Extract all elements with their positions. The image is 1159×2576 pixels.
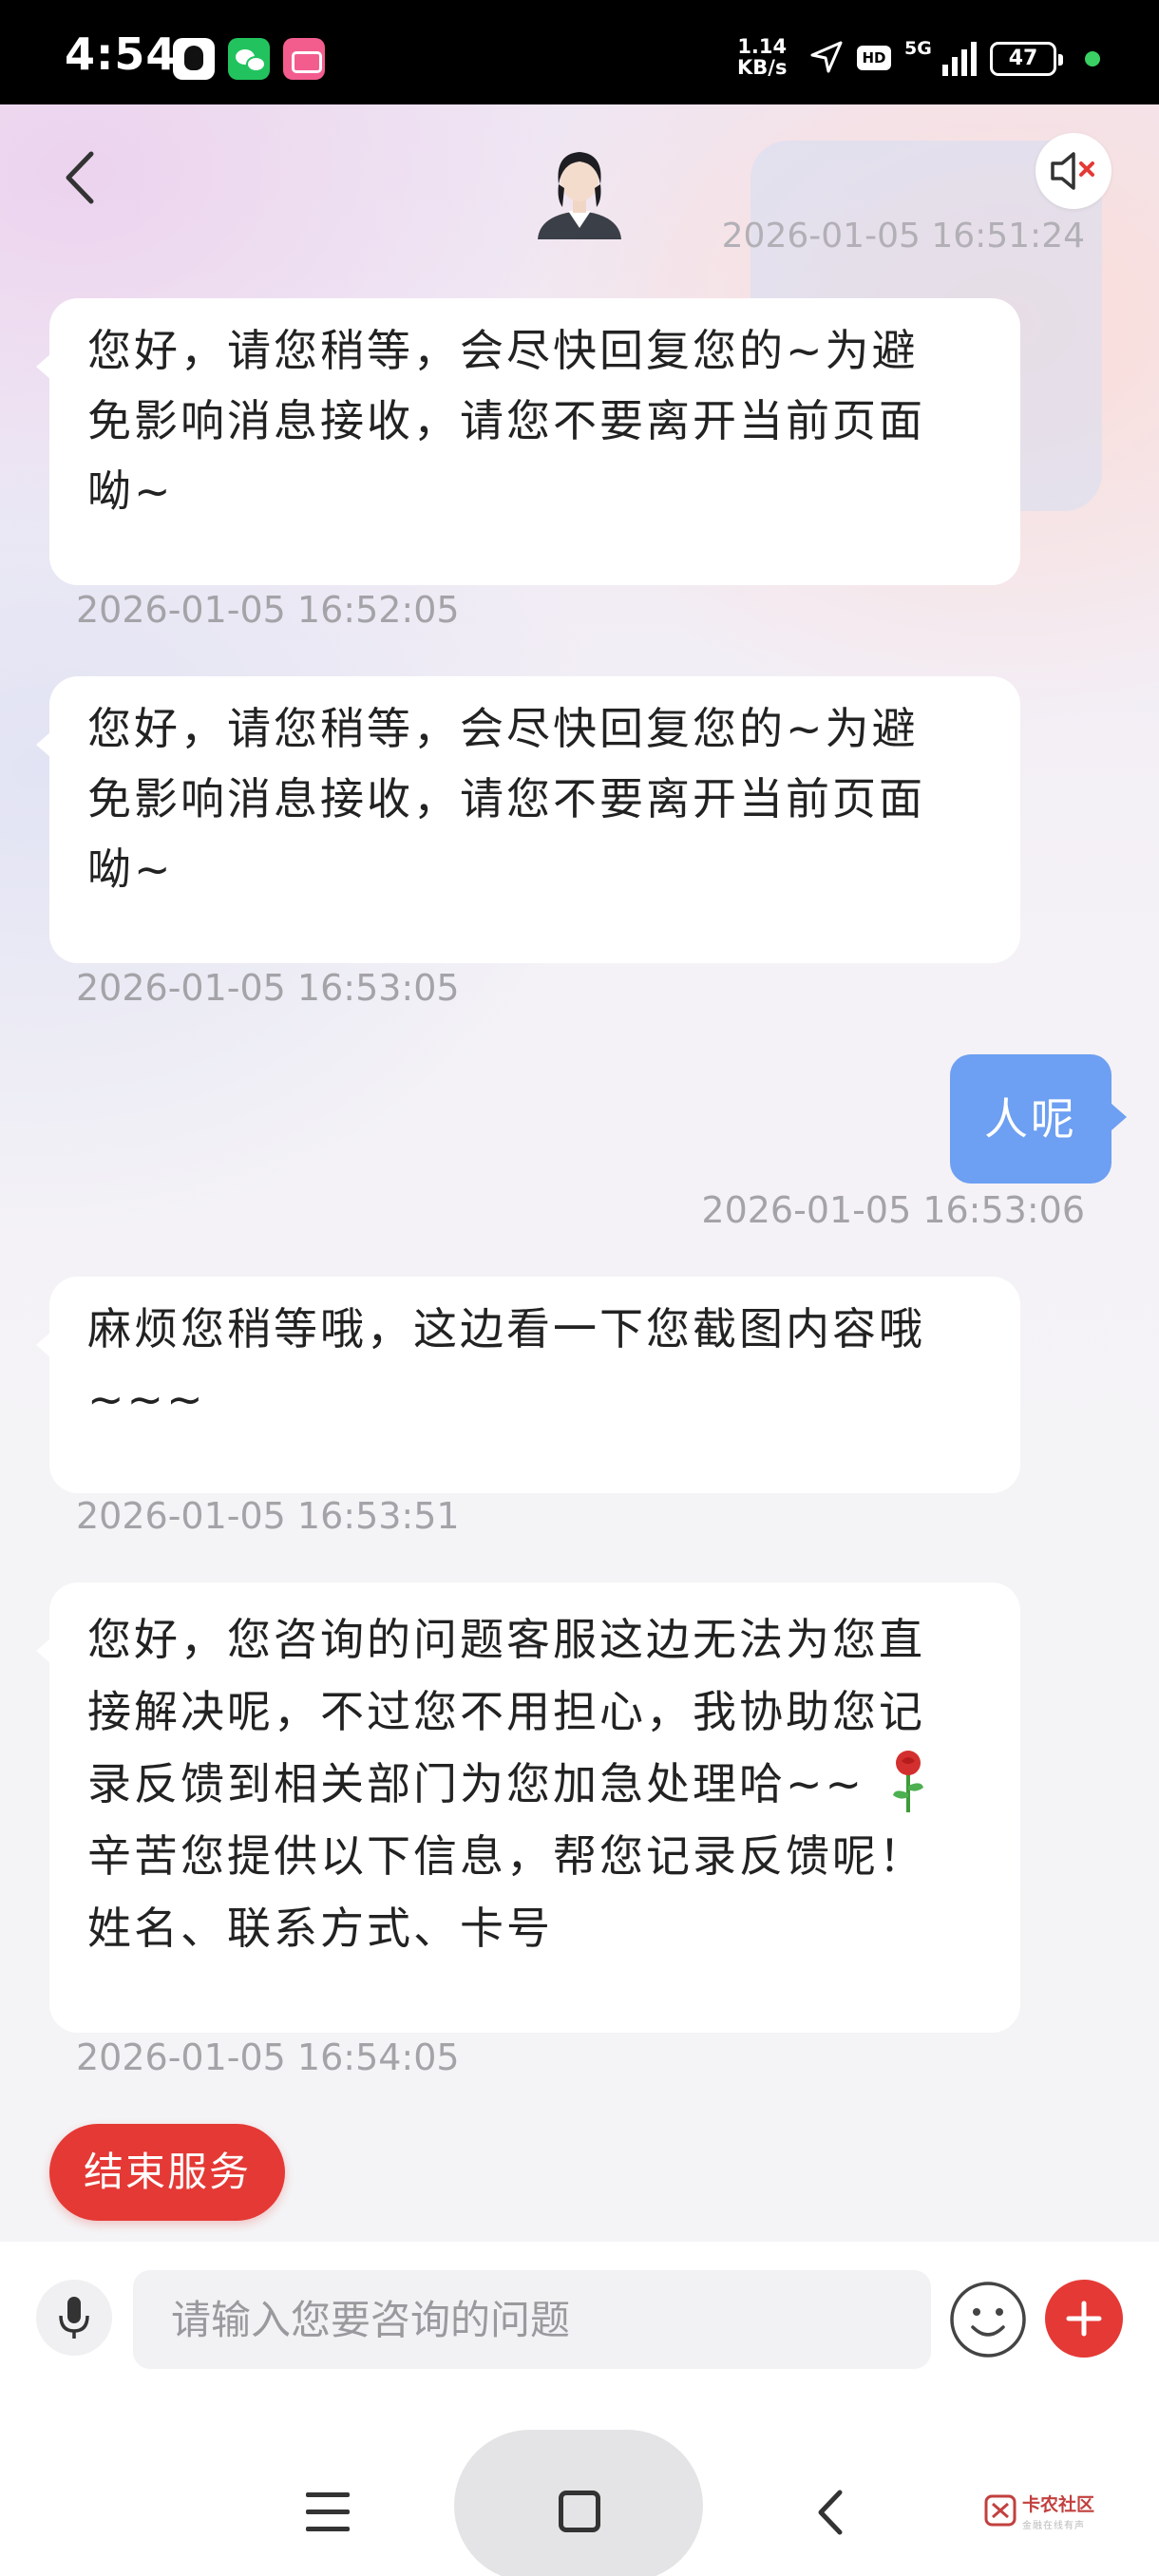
message-timestamp: 2026-01-05 16:51:24 [721,217,1085,256]
message-line: 免影响消息接收，请您不要离开当前页面 [87,395,925,446]
message-timestamp: 2026-01-05 16:53:05 [76,967,460,1009]
watermark-subtitle: 金融在线有声 [1022,2521,1085,2531]
qq-icon [173,38,215,80]
battery-icon: 47 [990,42,1063,76]
status-bar: 4:54 1.14 KB/s HD 5G 47 [0,0,1159,104]
message-line-text: 录反馈到相关部门为您加急处理哈~~ [87,1758,865,1809]
location-icon [810,41,843,73]
watermark: 卡农社区 金融在线有声 [984,2489,1117,2536]
input-bar [0,2242,1159,2384]
network-speed-value: 1.14 [737,35,788,58]
plus-icon [1066,2301,1102,2337]
navigation-bar [0,2384,1159,2576]
network-type: 5G [904,38,932,59]
message-line: ~~~ [87,1373,206,1425]
bilibili-icon [283,38,325,80]
emoji-icon[interactable] [948,2280,1028,2359]
message-line: 您好，请您稍等，会尽快回复您的~为避 [87,325,919,376]
user-message: 人呢 [950,1054,1127,1184]
end-service-button[interactable]: 结束服务 [49,2124,285,2221]
speaker-mute-icon [1051,152,1094,190]
message-timestamp: 2026-01-05 16:54:05 [76,2036,460,2078]
agent-avatar [538,152,621,239]
message-line: 录反馈到相关部门为您加急处理哈~~ [87,1748,982,1820]
status-dot [1085,51,1100,66]
wechat-icon [228,38,270,80]
question-input[interactable] [133,2270,931,2369]
rose-icon [893,1751,924,1812]
watermark-logo-icon [984,2494,1016,2527]
network-speed-unit: KB/s [737,56,788,79]
message-line: 姓名、联系方式、卡号 [87,1903,553,1954]
message-line: 您好，请您稍等，会尽快回复您的~为避 [87,703,919,754]
agent-message: 您好，您咨询的问题客服这边无法为您直 接解决呢，不过您不用担心，我协助您记 录反… [36,1582,1020,2033]
network-speed: 1.14 KB/s [737,36,787,78]
voice-input-button[interactable] [36,2280,112,2356]
recent-apps-icon[interactable] [306,2491,350,2532]
message-line: 免影响消息接收，请您不要离开当前页面 [87,773,925,824]
message-line: 呦~ [87,465,174,517]
message-line: 辛苦您提供以下信息，帮您记录反馈呢！ [87,1830,925,1882]
status-time: 4:54 [65,28,178,80]
mute-button[interactable] [1036,133,1112,209]
message-line: 您好，您咨询的问题客服这边无法为您直 [87,1614,925,1665]
message-line: 接解决呢，不过您不用担心，我协助您记 [87,1686,925,1737]
message-line: 呦~ [87,843,174,895]
agent-message: 您好，请您稍等，会尽快回复您的~为避 免影响消息接收，请您不要离开当前页面 呦~ [36,676,1020,963]
hd-badge: HD [857,46,891,70]
more-button[interactable] [1045,2280,1123,2358]
signal-icon [942,40,977,76]
message-timestamp: 2026-01-05 16:53:51 [76,1495,460,1537]
microphone-icon [59,2297,89,2339]
agent-message: 麻烦您稍等哦，这边看一下您截图内容哦 ~~~ [36,1277,1020,1493]
message-timestamp: 2026-01-05 16:53:06 [701,1189,1085,1231]
home-square-icon [559,2491,600,2532]
watermark-title: 卡农社区 [1022,2494,1095,2515]
nav-back-icon[interactable] [811,2489,849,2536]
message-timestamp: 2026-01-05 16:52:05 [76,589,460,631]
back-arrow-icon[interactable] [55,144,103,211]
message-line: 麻烦您稍等哦，这边看一下您截图内容哦 [87,1303,925,1354]
agent-message: 您好，请您稍等，会尽快回复您的~为避 免影响消息接收，请您不要离开当前页面 呦~ [36,298,1020,585]
